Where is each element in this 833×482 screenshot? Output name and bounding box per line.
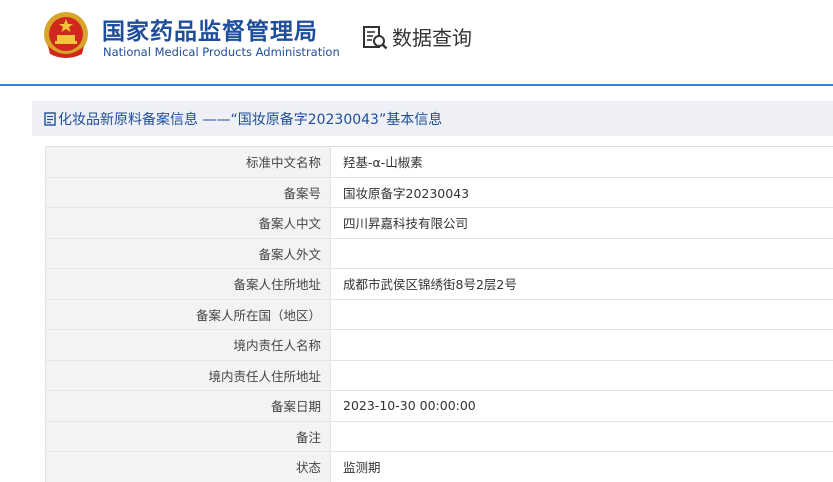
table-row: 备案人外文 <box>46 238 833 269</box>
header-divider <box>0 84 833 86</box>
row-value: 四川昇嘉科技有限公司 <box>331 208 833 239</box>
data-query-label: 数据查询 <box>392 22 472 51</box>
row-value: 国妆原备字20230043 <box>331 177 833 208</box>
row-label: 备案人外文 <box>46 238 331 269</box>
row-label: 境内责任人住所地址 <box>46 360 331 391</box>
row-label: 标准中文名称 <box>46 147 331 178</box>
row-value <box>331 299 833 330</box>
table-row: 备注 <box>46 421 833 452</box>
row-value <box>331 421 833 452</box>
table-row: 境内责任人住所地址 <box>46 360 833 391</box>
table-row: 境内责任人名称 <box>46 330 833 361</box>
row-label: 备案人所在国（地区） <box>46 299 331 330</box>
table-row: 状态 监测期 <box>46 452 833 482</box>
row-value: 2023-10-30 00:00:00 <box>331 391 833 422</box>
row-label: 备案人住所地址 <box>46 269 331 300</box>
row-value <box>331 238 833 269</box>
row-label: 备案人中文 <box>46 208 331 239</box>
row-label: 状态 <box>46 452 331 482</box>
table-row: 备案人中文 四川昇嘉科技有限公司 <box>46 208 833 239</box>
table-row: 备案号 国妆原备字20230043 <box>46 177 833 208</box>
table-row: 标准中文名称 羟基-α-山椒素 <box>46 147 833 178</box>
row-value <box>331 360 833 391</box>
panel-header: 化妆品新原料备案信息 ——“国妆原备字20230043”基本信息 <box>32 101 833 136</box>
site-title-cn[interactable]: 国家药品监督管理局 <box>102 12 318 46</box>
info-table: 标准中文名称 羟基-α-山椒素 备案号 国妆原备字20230043 备案人中文 … <box>45 146 833 482</box>
row-value: 监测期 <box>331 452 833 482</box>
site-title-en[interactable]: National Medical Products Administration <box>103 45 340 59</box>
table-row: 备案人所在国（地区） <box>46 299 833 330</box>
site-header: 国家药品监督管理局 National Medical Products Admi… <box>0 0 833 84</box>
row-value: 羟基-α-山椒素 <box>331 147 833 178</box>
row-label: 备案日期 <box>46 391 331 422</box>
table-row: 备案日期 2023-10-30 00:00:00 <box>46 391 833 422</box>
data-query-icon <box>362 24 388 50</box>
document-icon <box>44 112 56 126</box>
row-value: 成都市武侯区锦绣街8号2层2号 <box>331 269 833 300</box>
row-label: 备案号 <box>46 177 331 208</box>
panel-title: 化妆品新原料备案信息 ——“国妆原备字20230043”基本信息 <box>58 109 442 129</box>
row-label: 境内责任人名称 <box>46 330 331 361</box>
row-value <box>331 330 833 361</box>
table-row: 备案人住所地址 成都市武侯区锦绣街8号2层2号 <box>46 269 833 300</box>
row-label: 备注 <box>46 421 331 452</box>
data-query-link[interactable]: 数据查询 <box>362 22 472 51</box>
national-emblem-icon <box>42 10 90 60</box>
